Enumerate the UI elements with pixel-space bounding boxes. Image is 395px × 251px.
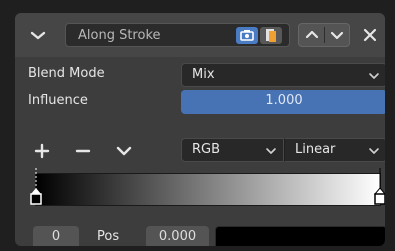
chevron-down-icon — [266, 148, 276, 154]
modifier-name-field[interactable]: Along Stroke — [65, 23, 290, 47]
interpolation-value: Linear — [295, 142, 336, 157]
render-toggle-button[interactable] — [236, 27, 258, 44]
pos-label: Pos — [97, 229, 120, 244]
add-stop-button[interactable] — [30, 139, 54, 163]
camera-icon — [240, 30, 254, 41]
close-icon — [363, 28, 377, 42]
active-stop-index-field[interactable]: 0 — [33, 226, 79, 246]
color-mode-dropdown[interactable]: RGB — [181, 138, 284, 162]
collapse-button[interactable] — [23, 26, 53, 46]
stop-marker-icon — [373, 168, 385, 205]
chevron-down-icon — [369, 73, 379, 79]
blend-mode-label: Blend Mode — [28, 66, 105, 81]
influence-slider[interactable]: 1.000 — [181, 90, 385, 114]
pos-field[interactable]: 0.000 — [146, 226, 209, 246]
active-stop-index: 0 — [51, 229, 61, 244]
modifier-panel: Along Stroke Blend Mode Mix Influence 1.… — [15, 13, 385, 246]
modifier-name-text: Along Stroke — [78, 28, 161, 43]
chevron-down-icon — [116, 146, 132, 156]
copy-button[interactable] — [260, 27, 282, 44]
blend-mode-dropdown[interactable]: Mix — [181, 63, 385, 87]
influence-label: Influence — [28, 93, 88, 108]
modifier-header: Along Stroke — [15, 13, 385, 57]
plus-icon — [34, 143, 50, 159]
interpolation-dropdown[interactable]: Linear — [284, 138, 385, 162]
pos-value: 0.000 — [158, 229, 197, 244]
stop-color-swatch[interactable] — [215, 226, 385, 246]
color-ramp-gradient[interactable] — [35, 173, 381, 206]
remove-stop-button[interactable] — [71, 139, 95, 163]
minus-icon — [75, 149, 91, 153]
ramp-options-button[interactable] — [112, 139, 136, 163]
color-stop-active[interactable] — [29, 168, 43, 208]
color-stop[interactable] — [373, 168, 385, 208]
move-up-button[interactable] — [302, 26, 322, 44]
divider — [324, 27, 325, 43]
document-icon — [266, 29, 276, 42]
blend-mode-value: Mix — [192, 67, 215, 82]
move-down-button[interactable] — [327, 26, 347, 44]
move-buttons — [298, 23, 350, 47]
influence-value: 1.000 — [265, 93, 303, 108]
stop-marker-icon — [30, 168, 42, 205]
remove-button[interactable] — [360, 25, 380, 45]
chevron-down-icon — [30, 31, 46, 40]
chevron-down-icon — [369, 148, 379, 154]
color-mode-value: RGB — [192, 142, 221, 157]
